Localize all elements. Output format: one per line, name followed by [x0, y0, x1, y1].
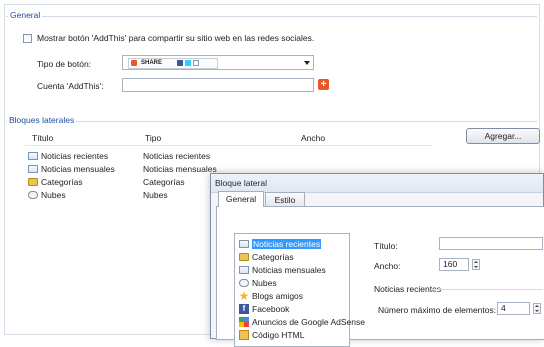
cloud-icon [239, 279, 249, 287]
column-title[interactable]: Título [32, 132, 53, 145]
list-item[interactable]: Anuncios de Google AdSense [239, 316, 365, 328]
row-type: Categorías [143, 177, 185, 187]
title-label: Título: [374, 241, 398, 251]
general-section-divider [6, 16, 537, 17]
adsense-icon [239, 317, 249, 327]
addthis-checkbox-label: Mostrar botón 'AddThis' para compartir s… [37, 33, 315, 43]
email-icon [193, 60, 199, 66]
row-title: Noticias mensuales [41, 164, 115, 174]
general-tab-panel: Noticias recientes Categorías Noticias m… [216, 206, 544, 347]
column-width[interactable]: Ancho [301, 132, 325, 145]
max-items-input[interactable]: 4 [497, 302, 530, 315]
dialog-title: Bloque lateral [215, 178, 267, 188]
list-item-label: Categorías [252, 252, 294, 262]
addthis-account-input[interactable] [122, 78, 314, 92]
share-button-preview: SHARE [128, 58, 218, 69]
button-type-label: Tipo de botón: [37, 59, 92, 69]
addthis-account-label: Cuenta 'AddThis': [37, 81, 104, 91]
list-item[interactable]: Blogs amigos [239, 290, 303, 302]
list-item-label: Nubes [252, 278, 277, 288]
cloud-icon [28, 191, 38, 199]
list-item[interactable]: Código HTML [239, 329, 304, 341]
list-item[interactable]: f Facebook [239, 303, 289, 315]
list-item[interactable]: Noticias mensuales [239, 264, 326, 276]
list-item-label: Anuncios de Google AdSense [252, 317, 365, 327]
list-item-label: Noticias recientes [252, 239, 322, 249]
facebook-icon: f [239, 304, 249, 314]
list-item[interactable]: Nubes [239, 277, 277, 289]
add-block-button[interactable]: Agregar... [466, 128, 540, 144]
settings-divider [432, 289, 543, 290]
width-label: Ancho: [374, 261, 401, 271]
list-icon [239, 240, 249, 248]
list-icon [28, 152, 38, 160]
twitter-icon [185, 60, 191, 66]
width-stepper[interactable] [472, 259, 480, 270]
star-icon [239, 291, 249, 301]
list-item[interactable]: Noticias recientes [239, 238, 322, 250]
row-title: Categorías [41, 177, 83, 187]
side-blocks-table-header: Título Tipo Ancho [25, 132, 432, 146]
addthis-checkbox[interactable] [23, 34, 32, 43]
addthis-icon [131, 60, 137, 66]
table-row[interactable]: Noticias mensuales Noticias mensuales [28, 163, 217, 175]
table-row[interactable]: Noticias recientes Noticias recientes [28, 150, 211, 162]
general-section-title: General [8, 10, 43, 20]
list-item-label: Noticias mensuales [252, 265, 326, 275]
width-input[interactable]: 160 [439, 258, 469, 271]
button-type-select[interactable]: SHARE [122, 55, 314, 70]
add-account-button[interactable]: + [318, 79, 329, 90]
folder-icon [28, 178, 38, 186]
table-row[interactable]: Nubes Nubes [28, 189, 208, 201]
tab-style[interactable]: Estilo [265, 192, 305, 207]
share-label: SHARE [141, 60, 163, 66]
side-blocks-table: Noticias recientes Noticias recientes No… [28, 150, 217, 210]
chevron-down-icon [304, 61, 310, 65]
list-item-label: Facebook [252, 304, 290, 314]
list-icon [28, 165, 38, 173]
tab-general[interactable]: General [218, 191, 264, 207]
list-icon [239, 266, 249, 274]
facebook-icon [177, 60, 183, 66]
list-item[interactable]: Categorías [239, 251, 294, 263]
row-title: Nubes [41, 190, 66, 200]
table-row[interactable]: Categorías Categorías [28, 176, 208, 188]
row-type: Nubes [143, 190, 168, 200]
side-blocks-divider [6, 121, 537, 122]
block-type-list[interactable]: Noticias recientes Categorías Noticias m… [234, 233, 365, 347]
row-title: Noticias recientes [41, 151, 109, 161]
row-type: Noticias mensuales [143, 164, 217, 174]
side-block-dialog: Bloque lateral General Estilo Noticias r… [210, 173, 544, 347]
row-type: Noticias recientes [143, 151, 211, 161]
list-item-label: Blogs amigos [252, 291, 304, 301]
folder-icon [239, 253, 249, 261]
max-items-label: Número máximo de elementos: [378, 305, 497, 315]
side-blocks-section-title: Bloques laterales [7, 115, 77, 125]
column-type[interactable]: Tipo [145, 132, 161, 145]
title-input[interactable] [439, 237, 543, 250]
max-items-stepper[interactable] [533, 303, 541, 314]
